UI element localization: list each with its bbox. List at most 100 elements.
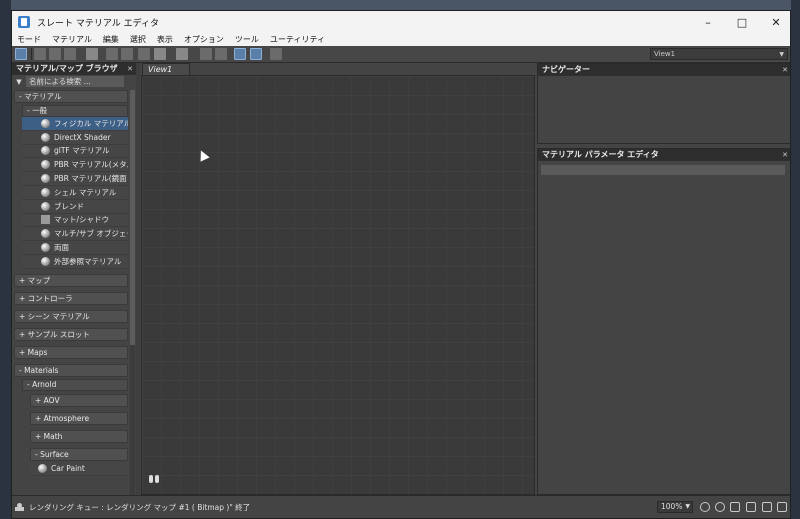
menu-select[interactable]: 選択: [130, 34, 146, 45]
group-general[interactable]: - 一般: [22, 105, 128, 117]
list-item[interactable]: シェル マテリアル: [22, 185, 128, 200]
navigator-panel: ナビゲーター ✕: [537, 63, 790, 144]
group-controllers[interactable]: + コントローラ: [14, 291, 128, 305]
general-section: - 一般 フィジカル マテリアル DirectX Shader glTF マテリ…: [14, 105, 128, 269]
group-aov[interactable]: + AOV: [30, 393, 128, 407]
list-item[interactable]: フィジカル マテリアル: [22, 117, 128, 131]
parameter-editor-icon[interactable]: [250, 48, 262, 60]
navigator-title: ナビゲーター: [542, 65, 590, 74]
menu-mode[interactable]: モード: [17, 34, 41, 45]
menu-view[interactable]: 表示: [157, 34, 173, 45]
group-maps[interactable]: + Maps: [14, 345, 128, 359]
zoom-dropdown[interactable]: 100% ▼: [657, 501, 693, 513]
arnold-section: - Arnold + AOV + Atmosphere + Math - Sur…: [14, 378, 128, 476]
group-maps-jp[interactable]: + マップ: [14, 273, 128, 287]
slate-material-editor-window: スレート マテリアル エディタ – □ ✕ モード マテリアル 編集 選択 表示…: [11, 10, 791, 519]
parameter-editor-header: マテリアル パラメータ エディタ ✕: [538, 149, 790, 161]
sphere-icon: [41, 160, 50, 170]
material-map-browser-icon[interactable]: [234, 48, 246, 60]
toolbar: View1 ▼: [12, 46, 790, 63]
toolbar-separator: [31, 48, 32, 60]
group-atmosphere[interactable]: + Atmosphere: [30, 411, 128, 425]
scrollbar-thumb[interactable]: [130, 90, 135, 345]
search-input[interactable]: 名前による検索 ...: [26, 76, 124, 87]
menu-bar: モード マテリアル 編集 選択 表示 オプション ツール ユーティリティ: [12, 33, 790, 46]
select-tool-icon[interactable]: [15, 48, 27, 60]
arnold-subgroups: + AOV + Atmosphere + Math - Surface Car …: [22, 393, 128, 476]
list-item[interactable]: DirectX Shader: [22, 130, 128, 145]
minimize-button[interactable]: –: [692, 11, 724, 33]
group-scene-materials[interactable]: + シーン マテリアル: [14, 309, 128, 323]
group-sample-slots[interactable]: + サンプル スロット: [14, 327, 128, 341]
app-icon: [18, 16, 30, 28]
search-options-icon[interactable]: ▼: [12, 78, 26, 86]
menu-utilities[interactable]: ユーティリティ: [270, 34, 325, 45]
list-item[interactable]: PBR マテリアル(メタル ...: [22, 158, 128, 173]
sphere-icon: [41, 174, 50, 184]
zoom-extents-icon[interactable]: [746, 502, 756, 512]
close-icon[interactable]: ✕: [782, 149, 788, 161]
list-item[interactable]: マット/シャドウ: [22, 213, 128, 228]
select-by-material-icon[interactable]: [270, 48, 282, 60]
group-math[interactable]: + Math: [30, 429, 128, 443]
show-map-icon[interactable]: [138, 48, 150, 60]
status-text: レンダリング キュー : レンダリング マップ #1 ( Bitmap )" 終…: [29, 503, 251, 512]
material-id-icon[interactable]: [176, 48, 188, 60]
binoculars-icon[interactable]: [148, 473, 160, 484]
close-button[interactable]: ✕: [760, 11, 790, 33]
maximize-button[interactable]: □: [726, 11, 758, 33]
parameter-editor-panel: マテリアル パラメータ エディタ ✕: [537, 148, 790, 495]
group-materials-en[interactable]: - Materials: [14, 363, 128, 377]
layout-children-icon[interactable]: [215, 48, 227, 60]
list-item[interactable]: ブレンド: [22, 199, 128, 214]
menu-options[interactable]: オプション: [184, 34, 224, 45]
arnold-shader-icon: [38, 463, 47, 473]
panel-splitter[interactable]: [136, 63, 140, 495]
menu-material[interactable]: マテリアル: [52, 34, 92, 45]
desktop-background-top: [0, 0, 800, 10]
assign-material-icon[interactable]: [64, 48, 76, 60]
browser-title: マテリアル/マップ ブラウザ: [16, 64, 118, 73]
delete-icon[interactable]: [86, 48, 98, 60]
parameter-name-field[interactable]: [541, 165, 785, 175]
chevron-down-icon: ▼: [685, 503, 690, 510]
list-item[interactable]: PBR マテリアル(鏡面 ...: [22, 172, 128, 186]
show-background-icon[interactable]: [154, 48, 166, 60]
close-icon[interactable]: ✕: [127, 63, 133, 75]
desktop-background-left: [0, 0, 11, 519]
pan-hand-icon[interactable]: [700, 502, 710, 512]
title-bar: スレート マテリアル エディタ – □ ✕: [12, 11, 790, 33]
close-icon[interactable]: ✕: [782, 64, 788, 76]
square-icon: [41, 215, 50, 225]
render-queue-icon: [15, 503, 24, 511]
zoom-magnifier-icon[interactable]: [715, 502, 725, 512]
view-dropdown[interactable]: View1 ▼: [650, 48, 788, 60]
pick-material-icon[interactable]: [34, 48, 46, 60]
group-arnold[interactable]: - Arnold: [22, 378, 128, 391]
status-bar: レンダリング キュー : レンダリング マップ #1 ( Bitmap )" 終…: [12, 495, 790, 518]
group-surface[interactable]: - Surface: [30, 447, 128, 461]
zoom-region-icon[interactable]: [730, 502, 740, 512]
move-children-icon[interactable]: [106, 48, 118, 60]
tab-view1[interactable]: View1: [142, 63, 190, 75]
list-item[interactable]: 両面: [22, 241, 128, 255]
list-item[interactable]: マルチ/サブ オブジェクト: [22, 227, 128, 242]
list-item[interactable]: Car Paint: [30, 461, 128, 476]
layout-all-icon[interactable]: [200, 48, 212, 60]
sphere-icon: [41, 201, 50, 211]
menu-tools[interactable]: ツール: [235, 34, 259, 45]
zoom-extents-selected-icon[interactable]: [762, 502, 772, 512]
sphere-icon: [41, 256, 50, 266]
sphere-icon: [41, 243, 50, 253]
list-item[interactable]: 外部参照マテリアル: [22, 254, 128, 269]
search-row: ▼ 名前による検索 ...: [12, 75, 136, 88]
node-view-canvas[interactable]: [141, 75, 535, 495]
hide-unused-icon[interactable]: [121, 48, 133, 60]
list-item[interactable]: glTF マテリアル: [22, 144, 128, 159]
group-materials[interactable]: - マテリアル: [14, 90, 128, 103]
zoom-all-icon[interactable]: [777, 502, 787, 512]
put-material-icon[interactable]: [49, 48, 61, 60]
chevron-down-icon: ▼: [779, 51, 784, 58]
browser-header: マテリアル/マップ ブラウザ ✕: [12, 63, 136, 75]
menu-edit[interactable]: 編集: [103, 34, 119, 45]
